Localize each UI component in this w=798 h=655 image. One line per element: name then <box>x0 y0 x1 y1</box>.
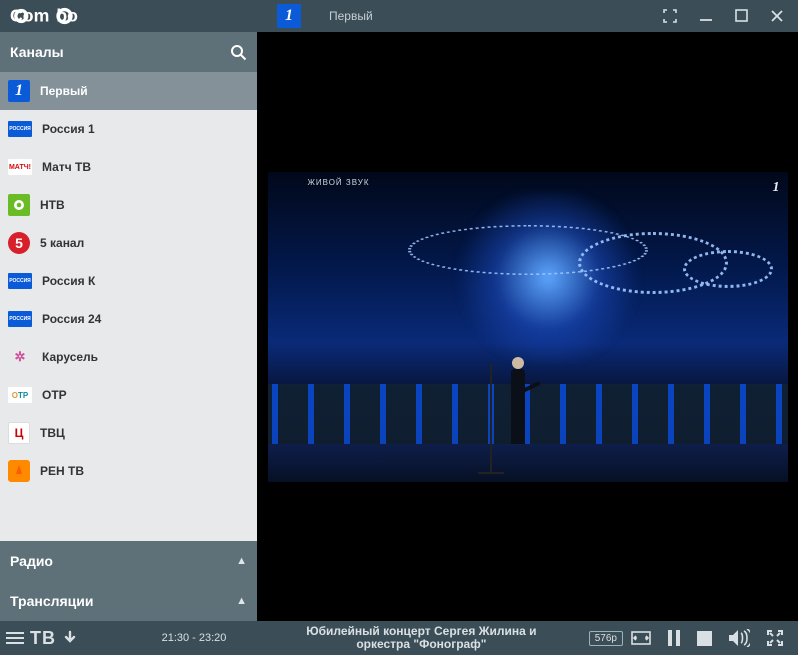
channel-label: 5 канал <box>40 236 84 250</box>
program-title: Юбилейный концерт Сергея Жилина и оркест… <box>254 625 589 651</box>
channel-item-rossiyak[interactable]: РОССИЯ Россия К <box>0 262 257 300</box>
app-logo: Com bo <box>0 6 110 26</box>
channel-item-match[interactable]: МАТЧ! Матч ТВ <box>0 148 257 186</box>
channel-item-perviy[interactable]: 1 Первый <box>0 72 257 110</box>
channel-item-5kanal[interactable]: 5 5 канал <box>0 224 257 262</box>
section-channels-label: Каналы <box>10 44 64 60</box>
channel-item-tvc[interactable]: Ц ТВЦ <box>0 414 257 452</box>
channel-label: Россия 24 <box>42 312 101 326</box>
channel-item-otr[interactable]: OTP ОТР <box>0 376 257 414</box>
pause-button[interactable] <box>667 630 681 646</box>
minimize-button[interactable] <box>699 9 713 23</box>
channel-item-karusel[interactable]: ✲ Карусель <box>0 338 257 376</box>
channel-label: Матч ТВ <box>42 160 91 174</box>
channel-item-rossiya1[interactable]: РОССИЯ Россия 1 <box>0 110 257 148</box>
channel-icon <box>8 194 30 216</box>
channel-item-rentv[interactable]: РЕН ТВ <box>0 452 257 490</box>
channel-icon: РОССИЯ <box>8 273 32 289</box>
close-button[interactable] <box>770 9 784 23</box>
program-title-line2: оркестра "Фонограф" <box>258 638 585 651</box>
mode-label[interactable]: ТВ <box>30 628 56 649</box>
titlebar-channel-name: Первый <box>329 9 373 23</box>
stop-button[interactable] <box>697 631 712 646</box>
live-watermark: ЖИВОЙ ЗВУК <box>308 178 370 187</box>
channel-icon: МАТЧ! <box>8 159 32 175</box>
sidebar: Каналы 1 Первый РОССИЯ Россия 1 МАТЧ! Ма… <box>0 32 257 621</box>
section-streams-label: Трансляции <box>10 593 93 609</box>
channel-icon: 5 <box>8 232 30 254</box>
menu-icon[interactable] <box>6 632 24 644</box>
channel-icon: ✲ <box>8 349 32 365</box>
aspect-ratio-icon[interactable] <box>631 631 651 645</box>
video-frame: ЖИВОЙ ЗВУК 1 <box>268 172 788 482</box>
section-header-channels[interactable]: Каналы <box>0 32 257 72</box>
channel-label: Первый <box>40 84 88 98</box>
titlebar: Com bo 1 Первый <box>0 0 798 32</box>
channel-icon <box>8 460 30 482</box>
channel-label: НТВ <box>40 198 65 212</box>
download-icon[interactable] <box>62 630 78 646</box>
channel-watermark-icon: 1 <box>773 178 780 196</box>
channel-label: Россия К <box>42 274 95 288</box>
volume-icon[interactable] <box>728 629 750 647</box>
player-control-bar: ТВ 21:30 - 23:20 Юбилейный концерт Серге… <box>0 621 798 655</box>
channel-label: ОТР <box>42 388 67 402</box>
channel-label: ТВЦ <box>40 426 65 440</box>
channel-icon: РОССИЯ <box>8 311 32 327</box>
channel-icon: 1 <box>8 80 30 102</box>
video-player-area[interactable]: ЖИВОЙ ЗВУК 1 <box>257 32 798 621</box>
window-controls <box>649 9 798 23</box>
channel-label: Россия 1 <box>42 122 95 136</box>
section-radio-label: Радио <box>10 553 53 569</box>
section-header-radio[interactable]: Радио ▲ <box>0 541 257 581</box>
channels-list: 1 Первый РОССИЯ Россия 1 МАТЧ! Матч ТВ Н… <box>0 72 257 541</box>
channel-icon: РОССИЯ <box>8 121 32 137</box>
resolution-badge[interactable]: 576p <box>589 631 623 646</box>
channel-item-ntv[interactable]: НТВ <box>0 186 257 224</box>
channel-icon: Ц <box>8 422 30 444</box>
section-header-streams[interactable]: Трансляции ▲ <box>0 581 257 621</box>
maximize-button[interactable] <box>735 9 748 23</box>
fullscreen-corners-icon[interactable] <box>663 9 677 23</box>
channel-item-rossiya24[interactable]: РОССИЯ Россия 24 <box>0 300 257 338</box>
channel-label: Карусель <box>42 350 98 364</box>
fullscreen-icon[interactable] <box>766 629 784 647</box>
channel-label: РЕН ТВ <box>40 464 84 478</box>
search-icon[interactable] <box>230 44 247 61</box>
program-time: 21:30 - 23:20 <box>134 632 254 644</box>
channel-icon: OTP <box>8 387 32 403</box>
titlebar-channel-icon: 1 <box>277 4 301 28</box>
chevron-up-icon: ▲ <box>236 595 247 607</box>
chevron-up-icon: ▲ <box>236 555 247 567</box>
